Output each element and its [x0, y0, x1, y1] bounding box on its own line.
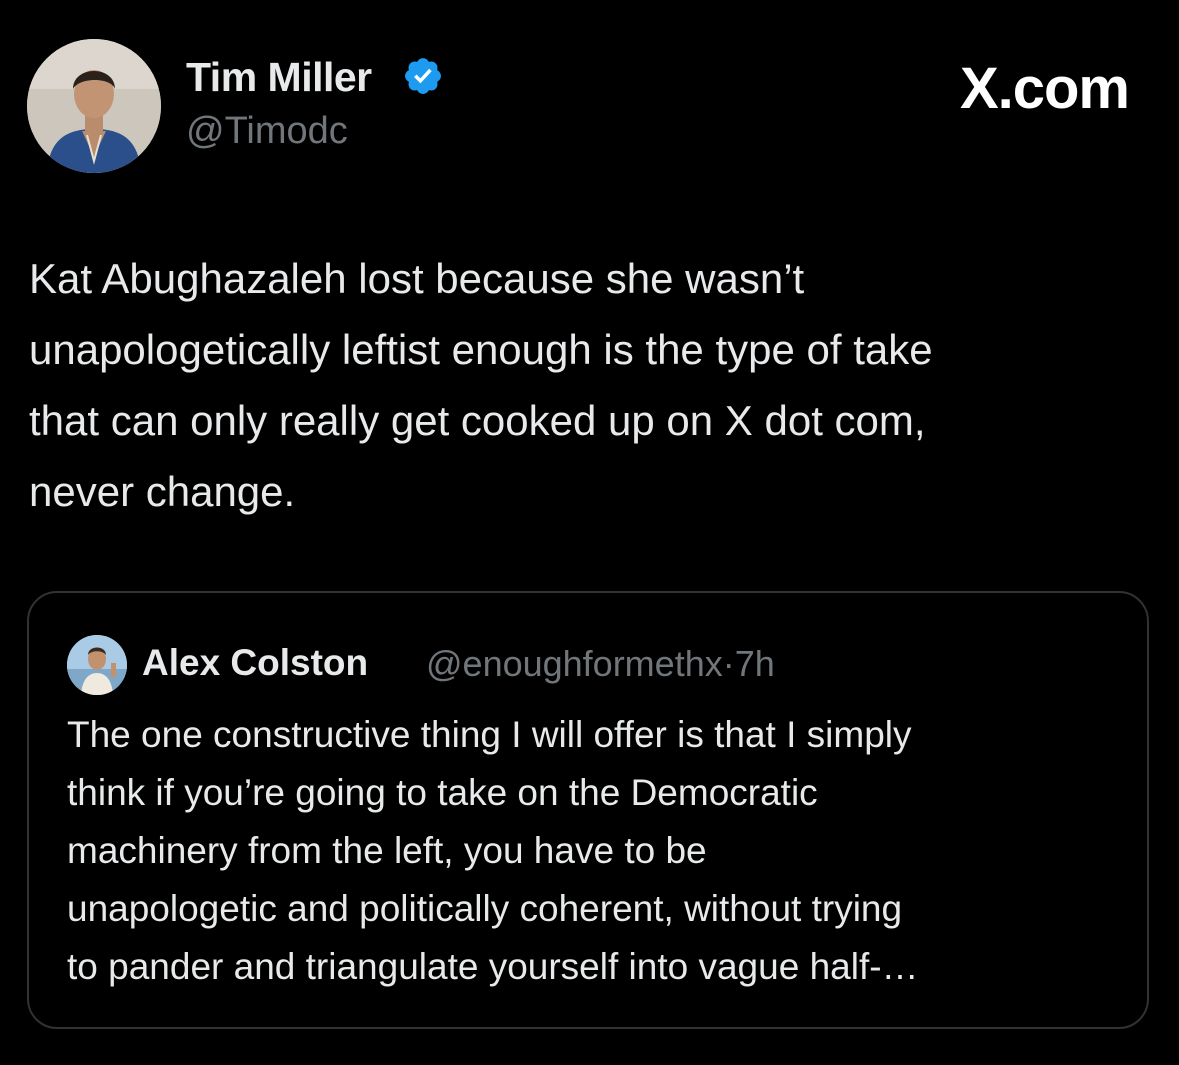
author-handle[interactable]: @Timodc [186, 107, 348, 155]
quote-author-name[interactable]: Alex Colston [142, 641, 368, 685]
quote-text: The one constructive thing I will offer … [67, 714, 919, 987]
author-avatar-image [27, 39, 161, 173]
brand-label: X.com [959, 56, 1130, 121]
author-avatar[interactable] [27, 39, 161, 173]
author-name[interactable]: Tim Miller [186, 52, 372, 102]
quote-author-handle[interactable]: @enoughformethx [426, 643, 723, 684]
quote-author-avatar-image [67, 635, 127, 695]
tweet-text: Kat Abughazaleh lost because she wasn’t … [29, 255, 933, 515]
quote-timestamp[interactable]: 7h [735, 643, 775, 684]
quote-meta: @enoughformethx·7h [426, 642, 775, 686]
verified-badge-icon [405, 58, 441, 94]
meta-separator: · [722, 643, 735, 684]
quote-author-avatar[interactable] [67, 635, 127, 695]
quoted-tweet-card[interactable]: Alex Colston @enoughformethx·7h The one … [27, 591, 1149, 1029]
